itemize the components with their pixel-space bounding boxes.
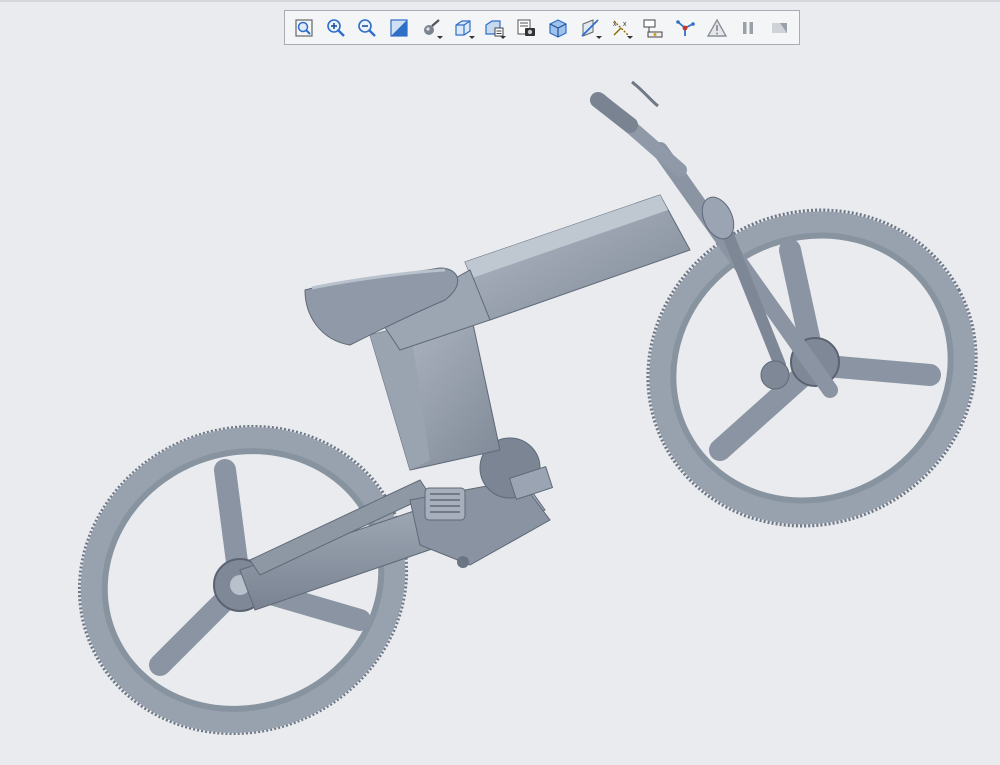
view-manager-button[interactable] <box>479 14 511 42</box>
warning-filter-button[interactable] <box>701 14 733 42</box>
refit-button[interactable] <box>288 14 320 42</box>
svg-text:x: x <box>623 21 627 28</box>
next-step-icon <box>772 22 788 33</box>
pause-icon <box>743 21 754 34</box>
pause-button[interactable] <box>733 14 765 42</box>
annotation-display-icon <box>643 19 663 37</box>
display-style-icon <box>423 18 440 35</box>
spin-center-button[interactable] <box>669 14 701 42</box>
rear-shock <box>424 487 466 521</box>
saved-orientation-button[interactable] <box>447 14 479 42</box>
graphics-viewport[interactable] <box>0 48 1000 760</box>
refit-icon <box>295 18 313 37</box>
svg-text:x: x <box>613 21 617 28</box>
saved-views-button[interactable] <box>510 14 542 42</box>
perspective-view-button[interactable] <box>542 14 574 42</box>
zoom-in-button[interactable] <box>320 14 352 42</box>
zoom-out-button[interactable] <box>352 14 384 42</box>
handlebar <box>590 80 687 177</box>
section-button[interactable] <box>574 14 606 42</box>
window-top-edge <box>0 0 1000 2</box>
perspective-view-icon <box>549 18 567 38</box>
repaint-icon <box>390 18 408 37</box>
annotation-display-button[interactable] <box>637 14 669 42</box>
next-step-button[interactable] <box>764 14 796 42</box>
zoom-out-icon <box>358 18 377 37</box>
datum-display-icon: x x <box>613 20 629 35</box>
repaint-button[interactable] <box>383 14 415 42</box>
saved-orientation-icon <box>455 19 471 36</box>
datum-display-button[interactable]: x x <box>606 14 638 42</box>
bicycle-model[interactable] <box>0 48 1000 760</box>
graphics-toolbar: x x <box>284 10 800 45</box>
warning-filter-icon <box>706 18 727 37</box>
zoom-in-icon <box>326 18 345 37</box>
spin-center-icon <box>676 19 695 36</box>
display-style-button[interactable] <box>415 14 447 42</box>
saved-views-icon <box>517 19 536 36</box>
section-icon <box>580 18 599 37</box>
view-manager-icon <box>485 19 504 36</box>
